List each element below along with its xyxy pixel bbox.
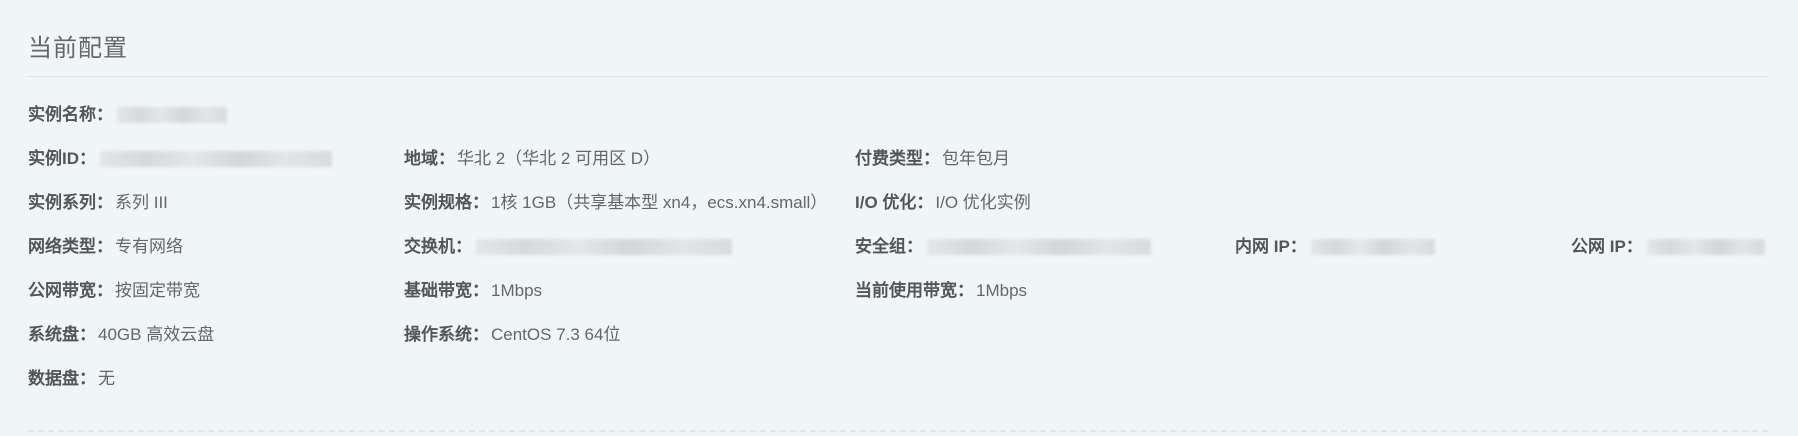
public-bandwidth-value: 按固定带宽 — [115, 281, 200, 300]
instance-id-value-redacted — [100, 151, 332, 167]
current-bandwidth-value: 1Mbps — [976, 281, 1028, 300]
field-base-bandwidth: 基础带宽： 1Mbps — [404, 278, 542, 304]
data-disk-value: 无 — [98, 369, 115, 388]
io-optimized-value: I/O 优化实例 — [935, 193, 1031, 212]
os-colon: ： — [472, 325, 489, 344]
instance-spec-value: 1核 1GB（共享基本型 xn4，ecs.xn4.small） — [491, 193, 828, 212]
network-type-label: 网络类型 — [28, 237, 96, 256]
security-group-value-redacted — [927, 239, 1151, 255]
field-data-disk: 数据盘：无 — [28, 366, 115, 392]
vswitch-colon: ： — [455, 237, 472, 256]
security-group-colon: ： — [906, 237, 923, 256]
data-disk-colon: ： — [79, 369, 96, 388]
field-public-ip: 公网 IP： — [1571, 234, 1765, 260]
instance-name-label: 实例名称 — [28, 105, 96, 124]
region-value: 华北 2（华北 2 可用区 D） — [457, 149, 661, 168]
network-type-colon: ： — [96, 237, 113, 256]
field-instance-series: 实例系列：系列 III — [28, 190, 168, 216]
vswitch-label: 交换机 — [404, 237, 455, 256]
data-disk-label: 数据盘 — [28, 369, 79, 388]
field-system-disk: 系统盘： 40GB 高效云盘 — [28, 322, 214, 348]
field-instance-id: 实例ID： — [28, 146, 332, 172]
system-disk-colon: ： — [79, 325, 96, 344]
field-network-type: 网络类型：专有网络 — [28, 234, 183, 260]
private-ip-colon: ： — [1289, 237, 1307, 256]
billing-type-label: 付费类型 — [855, 149, 923, 168]
public-ip-colon: ： — [1625, 237, 1643, 256]
public-ip-value-redacted — [1646, 239, 1765, 255]
instance-spec-colon: ： — [472, 193, 489, 212]
field-security-group: 安全组： — [855, 234, 1151, 260]
security-group-label: 安全组 — [855, 237, 906, 256]
field-private-ip: 内网 IP： — [1235, 234, 1435, 260]
instance-name-colon: ： — [96, 105, 113, 124]
instance-spec-label: 实例规格 — [404, 193, 472, 212]
section-title: 当前配置 — [28, 35, 128, 62]
base-bandwidth-colon: ： — [472, 281, 489, 300]
current-bandwidth-label: 当前使用带宽 — [855, 281, 957, 300]
field-vswitch: 交换机： — [404, 234, 732, 260]
network-type-value: 专有网络 — [115, 237, 183, 256]
region-label: 地域 — [404, 149, 438, 168]
field-instance-spec: 实例规格： 1核 1GB（共享基本型 xn4，ecs.xn4.small） — [404, 190, 827, 216]
io-optimized-colon: ： — [916, 193, 934, 212]
system-disk-value: 40GB 高效云盘 — [98, 325, 215, 344]
billing-type-value: 包年包月 — [942, 149, 1010, 168]
system-disk-label: 系统盘 — [28, 325, 79, 344]
public-bandwidth-label: 公网带宽 — [28, 281, 96, 300]
field-region: 地域：华北 2（华北 2 可用区 D） — [404, 146, 660, 172]
io-optimized-label: I/O 优化 — [855, 193, 917, 212]
field-instance-name: 实例名称： — [28, 102, 227, 128]
instance-series-label: 实例系列 — [28, 193, 96, 212]
field-os: 操作系统： CentOS 7.3 64位 — [404, 322, 620, 348]
bottom-divider — [28, 430, 1768, 432]
vswitch-value-redacted — [476, 239, 732, 255]
os-value: CentOS 7.3 64位 — [491, 325, 621, 344]
public-bandwidth-colon: ： — [96, 281, 113, 300]
instance-id-colon: ： — [79, 149, 96, 168]
private-ip-value-redacted — [1310, 239, 1435, 255]
base-bandwidth-value: 1Mbps — [491, 281, 543, 300]
instance-name-value-redacted — [117, 107, 227, 123]
region-colon: ： — [438, 149, 455, 168]
instance-id-label: 实例ID — [28, 149, 79, 168]
os-label: 操作系统 — [404, 325, 472, 344]
instance-series-value: 系列 III — [115, 193, 168, 212]
public-ip-label: 公网 IP — [1571, 237, 1626, 256]
base-bandwidth-label: 基础带宽 — [404, 281, 472, 300]
field-current-bandwidth: 当前使用带宽 ： 1Mbps — [855, 278, 1027, 304]
field-billing-type: 付费类型：包年包月 — [855, 146, 1010, 172]
field-public-bandwidth: 公网带宽：按固定带宽 — [28, 278, 200, 304]
current-bandwidth-colon: ： — [957, 281, 974, 300]
private-ip-label: 内网 IP — [1235, 237, 1290, 256]
instance-series-colon: ： — [96, 193, 113, 212]
title-divider — [28, 76, 1768, 77]
billing-type-colon: ： — [923, 149, 940, 168]
field-io-optimized: I/O 优化： I/O 优化实例 — [855, 190, 1031, 216]
